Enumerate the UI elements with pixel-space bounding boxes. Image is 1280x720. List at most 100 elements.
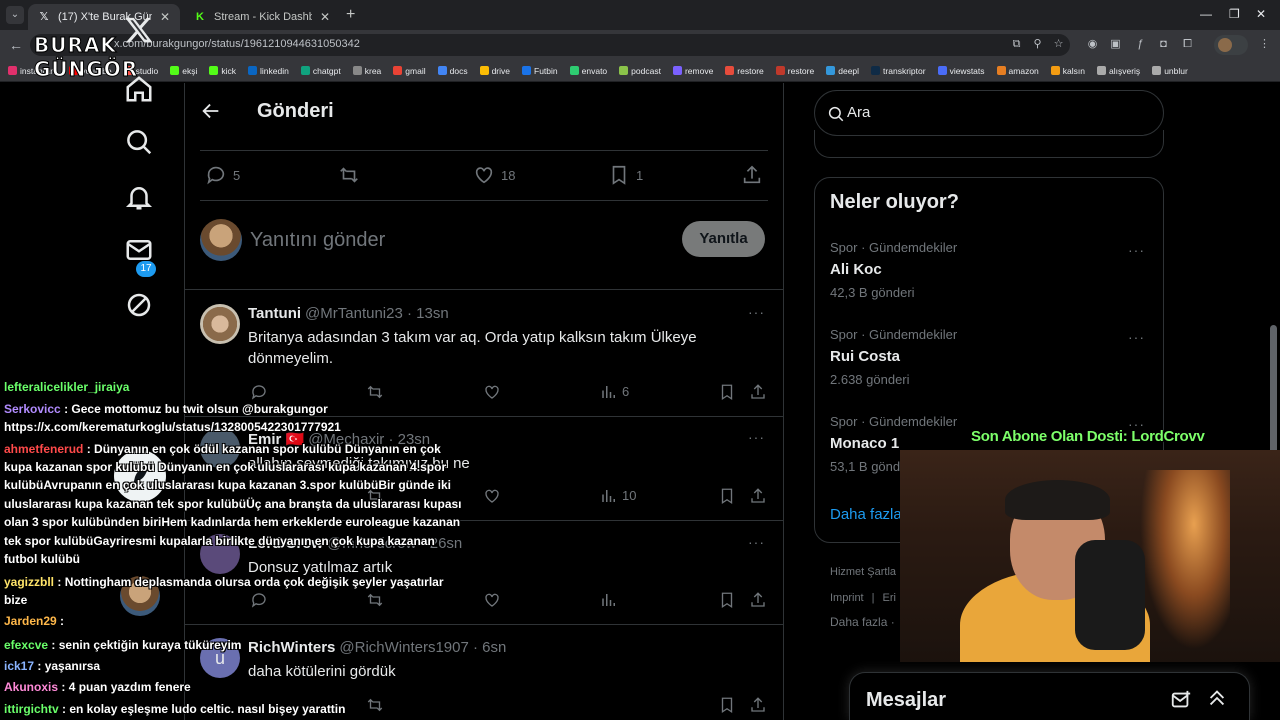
- like-action-button[interactable]: 18: [473, 164, 515, 186]
- bookmark-item[interactable]: envato: [569, 66, 607, 76]
- trend-name[interactable]: Monaco 1: [830, 435, 899, 452]
- avatar[interactable]: [200, 304, 240, 344]
- address-bar[interactable]: x.com/burakgungor/status/196121094463105…: [30, 34, 1070, 56]
- messages-drawer[interactable]: Mesajlar: [849, 672, 1250, 720]
- tab-kick-dashboard[interactable]: K Stream - Kick Dashboard ✕: [184, 4, 340, 30]
- chat-username[interactable]: Akunoxis: [4, 680, 58, 694]
- more-options-icon[interactable]: ···: [748, 304, 765, 320]
- trend-name[interactable]: Ali Koc: [830, 261, 882, 278]
- extension-icon[interactable]: ƒ: [1134, 38, 1147, 51]
- x-logo-icon[interactable]: [124, 15, 154, 45]
- bookmark-item[interactable]: alışveriş: [1097, 66, 1140, 76]
- bookmark-action-button[interactable]: 1: [608, 164, 643, 186]
- expand-chevron-icon[interactable]: [1206, 687, 1228, 709]
- chat-username[interactable]: yagizzbll: [4, 575, 54, 589]
- views-chart-icon[interactable]: [600, 383, 618, 401]
- trend-name[interactable]: Rui Costa: [830, 348, 900, 365]
- back-arrow-icon[interactable]: ←: [9, 37, 23, 53]
- bookmark-item[interactable]: linkedin: [248, 66, 289, 76]
- bookmark-item[interactable]: docs: [437, 66, 468, 76]
- bookmark-item[interactable]: chatgpt: [300, 65, 341, 76]
- bookmark-label: krea: [364, 65, 382, 76]
- bookmark-item[interactable]: amazon: [996, 66, 1039, 76]
- bookmark-label: chatgpt: [312, 65, 341, 76]
- reply-button[interactable]: Yanıtla: [682, 221, 765, 257]
- reply-input[interactable]: Yanıtını gönder: [250, 229, 385, 252]
- views-chart-icon[interactable]: [600, 487, 618, 505]
- extension-icon[interactable]: ▣: [1109, 38, 1122, 51]
- bookmark-star-icon[interactable]: ☆: [1052, 38, 1065, 51]
- more-menu-icon[interactable]: ⋮: [1258, 38, 1271, 51]
- bookmark-item[interactable]: drive: [479, 66, 510, 76]
- bookmark-item[interactable]: ekşi: [170, 66, 197, 76]
- footer-terms-link[interactable]: Hizmet Şartla: [830, 566, 896, 578]
- heart-icon: [475, 167, 493, 184]
- notifications-bell-icon[interactable]: [124, 182, 154, 212]
- heart-icon[interactable]: [483, 591, 501, 609]
- footer-imprint-link[interactable]: Imprint | Eri: [830, 592, 896, 604]
- back-arrow-icon[interactable]: [200, 100, 222, 122]
- chat-username[interactable]: lefteralicelikler_jiraiya: [4, 380, 129, 394]
- bookmark-icon[interactable]: [718, 383, 736, 401]
- bookmark-icon[interactable]: [718, 696, 736, 714]
- search-icon[interactable]: [124, 127, 154, 157]
- more-options-icon[interactable]: ···: [748, 534, 765, 550]
- puzzle-icon[interactable]: ⧠: [1181, 38, 1194, 51]
- chat-username[interactable]: Serkovicc: [4, 402, 61, 416]
- maximize-icon[interactable]: ❐: [1229, 7, 1240, 21]
- extension-icon[interactable]: ◘: [1157, 38, 1170, 51]
- share-action-button[interactable]: [741, 164, 763, 186]
- share-icon[interactable]: [749, 383, 767, 401]
- zoom-icon[interactable]: ⚲: [1031, 38, 1044, 51]
- search-input[interactable]: Ara: [814, 90, 1164, 136]
- new-tab-button[interactable]: +: [346, 6, 355, 24]
- chat-username[interactable]: ahmetfenerud: [4, 442, 83, 456]
- show-more-link[interactable]: Daha fazla: [830, 506, 902, 523]
- chat-username[interactable]: ick17: [4, 659, 34, 673]
- chat-username[interactable]: Jarden29: [4, 614, 57, 628]
- tweet-author[interactable]: Tantuni @MrTantuni23 · 13sn: [248, 305, 449, 322]
- close-window-icon[interactable]: ✕: [1256, 7, 1266, 21]
- minimize-icon[interactable]: —: [1200, 7, 1212, 21]
- bookmark-icon[interactable]: [718, 591, 736, 609]
- repost-action-button[interactable]: [338, 164, 360, 186]
- home-icon[interactable]: [124, 74, 154, 104]
- reply-action-button[interactable]: 5: [205, 164, 240, 186]
- more-options-icon[interactable]: ···: [1128, 329, 1145, 345]
- bookmark-item[interactable]: podcast: [619, 66, 661, 76]
- bookmark-item[interactable]: Futbin: [522, 66, 558, 76]
- bookmark-icon[interactable]: [718, 487, 736, 505]
- bookmark-item[interactable]: kalsın: [1050, 66, 1085, 76]
- tab-search-button[interactable]: ⌄: [6, 6, 24, 24]
- bookmark-item[interactable]: kick: [209, 66, 236, 76]
- new-message-icon[interactable]: [1170, 689, 1192, 711]
- more-options-icon[interactable]: ···: [748, 429, 765, 445]
- trend-category: Spor · Gündemdekiler: [830, 327, 958, 342]
- bookmark-item[interactable]: restore: [775, 66, 814, 76]
- bookmark-item[interactable]: gmail: [393, 66, 426, 76]
- views-chart-icon[interactable]: [600, 591, 618, 609]
- heart-icon[interactable]: [483, 383, 501, 401]
- more-options-icon[interactable]: ···: [1128, 242, 1145, 258]
- profile-button[interactable]: [1214, 35, 1248, 55]
- chat-username[interactable]: efexcve: [4, 638, 48, 652]
- heart-icon[interactable]: [483, 487, 501, 505]
- chat-username[interactable]: ittirgichtv: [4, 702, 59, 716]
- bookmark-item[interactable]: krea: [352, 65, 382, 76]
- extension-icon[interactable]: ◉: [1086, 38, 1099, 51]
- bookmark-item[interactable]: viewstats: [937, 66, 985, 76]
- bookmark-item[interactable]: unblur: [1152, 66, 1188, 76]
- footer-more-link[interactable]: Daha fazla ·: [830, 615, 895, 629]
- bookmark-item[interactable]: transkriptor: [871, 66, 926, 76]
- grok-icon[interactable]: [124, 290, 154, 320]
- bookmark-item[interactable]: remove: [672, 66, 713, 76]
- share-icon[interactable]: [749, 487, 767, 505]
- bookmark-item[interactable]: deepl: [826, 66, 859, 76]
- bookmark-item[interactable]: restore: [725, 66, 764, 76]
- stream-chat-overlay: lefteralicelikler_jiraiya Serkovicc : Ge…: [0, 378, 470, 720]
- install-app-icon[interactable]: ⧉: [1010, 38, 1023, 51]
- share-icon[interactable]: [749, 696, 767, 714]
- share-icon[interactable]: [749, 591, 767, 609]
- author-handle: @MrTantuni23 · 13sn: [305, 305, 449, 322]
- close-tab-icon[interactable]: ✕: [320, 10, 330, 24]
